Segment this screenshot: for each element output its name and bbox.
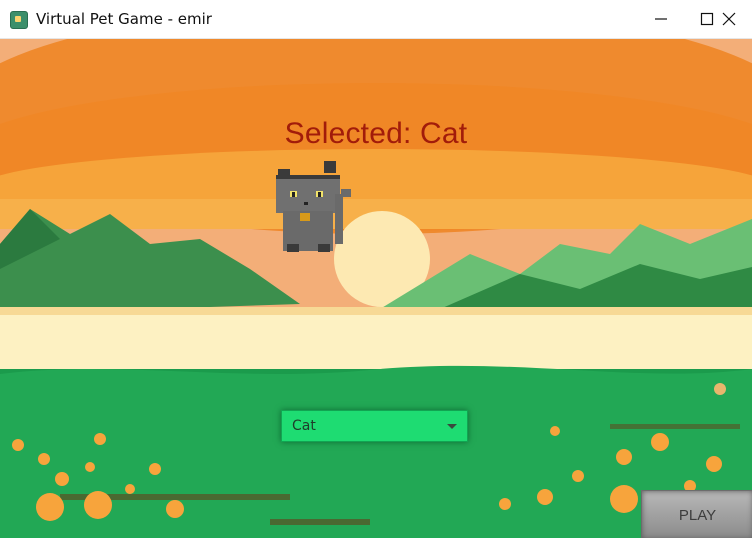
close-icon bbox=[722, 12, 736, 26]
dirt-patch-3 bbox=[610, 424, 740, 429]
game-scene: Selected: Cat Cat PLAY bbox=[0, 39, 752, 538]
close-button[interactable] bbox=[706, 0, 752, 38]
window-title: Virtual Pet Game - emir bbox=[36, 10, 212, 28]
dirt-patch-2 bbox=[270, 519, 370, 525]
maximize-button[interactable] bbox=[638, 0, 684, 38]
app-window: Virtual Pet Game - emir Selected: Cat Ca… bbox=[0, 0, 752, 538]
lake bbox=[0, 307, 752, 377]
pet-select-dropdown[interactable]: Cat bbox=[281, 410, 468, 442]
chevron-down-icon bbox=[447, 424, 457, 429]
grass-light bbox=[0, 365, 752, 538]
lake-shore bbox=[0, 307, 752, 315]
pet-select-value: Cat bbox=[292, 418, 316, 434]
selected-pet-label: Selected: Cat bbox=[284, 117, 468, 150]
pixel-landscape bbox=[0, 39, 752, 538]
title-bar: Virtual Pet Game - emir bbox=[0, 0, 752, 39]
play-button[interactable]: PLAY bbox=[641, 490, 752, 538]
app-icon bbox=[10, 11, 28, 29]
